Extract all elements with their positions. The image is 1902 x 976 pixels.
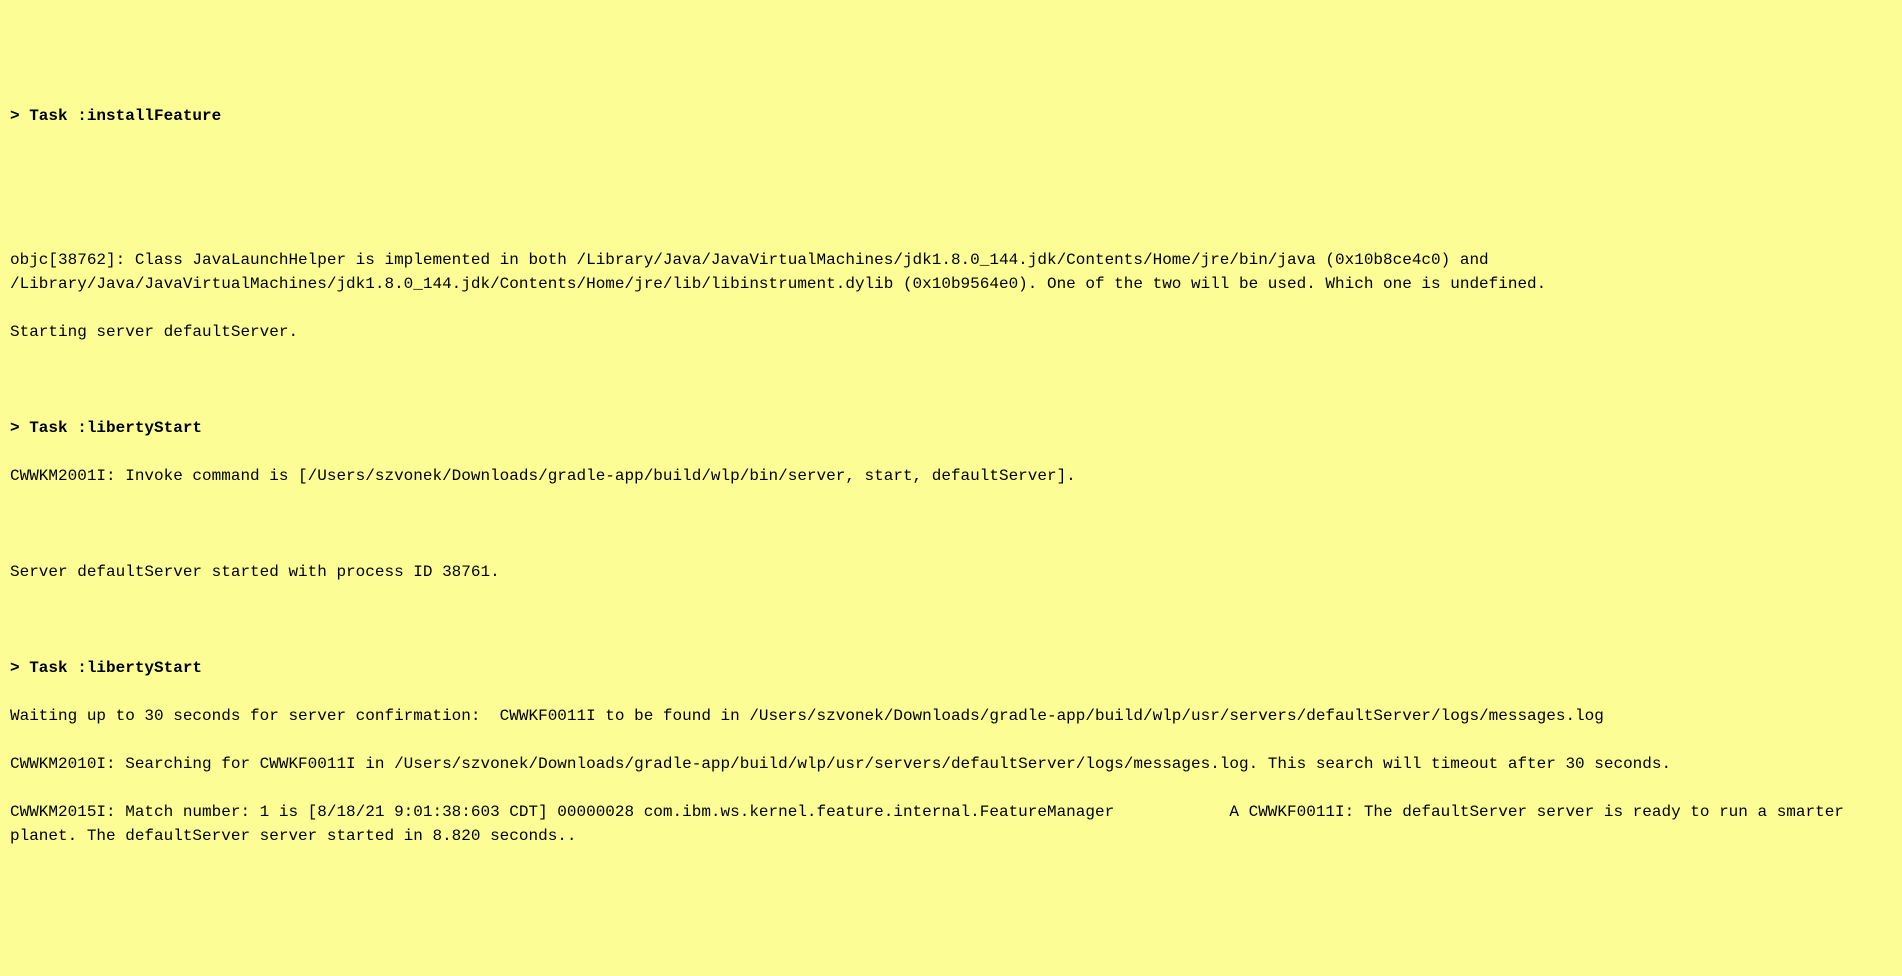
invoke-command: CWWKM2001I: Invoke command is [/Users/sz… [10,464,1892,488]
task-liberty-start-1: > Task :libertyStart [10,416,1892,440]
blank-line [10,512,1892,536]
task-liberty-start-2: > Task :libertyStart [10,656,1892,680]
blank-line [10,200,1892,224]
objc-warning: objc[38762]: Class JavaLaunchHelper is i… [10,248,1892,296]
match-result: CWWKM2015I: Match number: 1 is [8/18/21 … [10,800,1892,848]
blank-line [10,368,1892,392]
task-install-feature: > Task :installFeature [10,104,1892,128]
blank-line [10,152,1892,176]
searching-log: CWWKM2010I: Searching for CWWKF0011I in … [10,752,1892,776]
blank-line [10,608,1892,632]
waiting-confirmation: Waiting up to 30 seconds for server conf… [10,704,1892,728]
starting-server: Starting server defaultServer. [10,320,1892,344]
